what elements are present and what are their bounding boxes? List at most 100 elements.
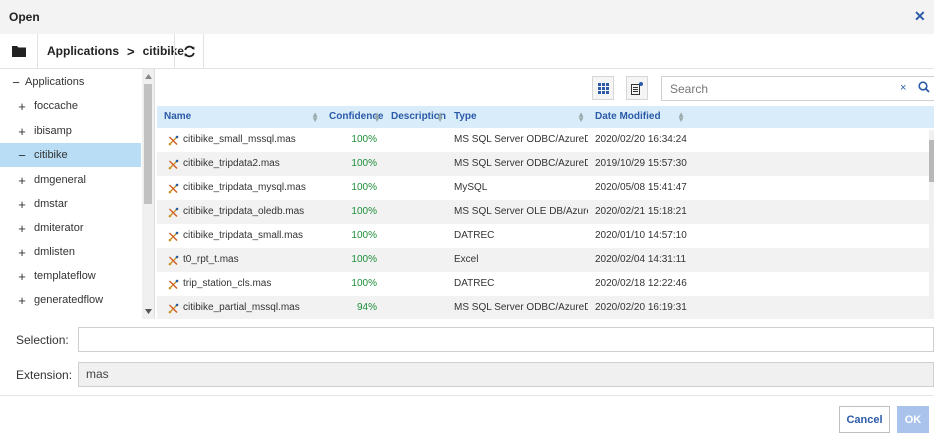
tree-item-ibisamp[interactable]: + ibisamp xyxy=(0,119,141,143)
cell-type: MS SQL Server ODBC/AzureDB xyxy=(454,134,588,145)
sort-icon[interactable]: ▲ ▼ xyxy=(677,111,685,124)
synonym-file-icon xyxy=(168,183,179,194)
ok-button[interactable]: OK xyxy=(897,406,929,433)
scroll-up-icon[interactable] xyxy=(145,74,152,79)
expand-icon[interactable]: + xyxy=(15,293,29,308)
synonym-file-icon xyxy=(168,255,179,266)
sort-icon[interactable]: ▲ ▼ xyxy=(577,111,585,124)
folder-button[interactable] xyxy=(0,34,38,68)
folder-tree: − Applications + foccache + ibisamp − ci… xyxy=(0,69,155,319)
grid-view-button[interactable] xyxy=(592,76,614,100)
tree-item-label: citibike xyxy=(34,149,68,161)
scroll-down-icon[interactable] xyxy=(145,309,152,314)
cell-name: citibike_partial_mssql.mas xyxy=(183,302,300,313)
tree-item-label: ibisamp xyxy=(34,125,72,137)
tree-item-label: templateflow xyxy=(34,270,96,282)
cancel-button[interactable]: Cancel xyxy=(839,406,890,433)
tree-item-foccache[interactable]: + foccache xyxy=(0,94,141,118)
expand-icon[interactable]: + xyxy=(15,221,29,236)
cell-name: citibike_tripdata2.mas xyxy=(183,158,280,169)
table-row[interactable]: citibike_tripdata_oledb.mas 100% MS SQL Se… xyxy=(157,200,931,224)
file-details-icon xyxy=(631,81,643,95)
refresh-button[interactable] xyxy=(174,34,204,68)
cell-description xyxy=(391,296,446,319)
cell-description xyxy=(391,224,446,248)
extension-label: Extension: xyxy=(16,368,73,382)
footer-divider xyxy=(0,395,934,396)
tree-item-label: dmstar xyxy=(34,198,68,210)
table-header: Name ▲ ▼ Confidence ▲ ▼ Description ▲ ▼ Type ▲ ▼… xyxy=(157,106,934,128)
cell-date: 2020/05/08 15:41:47 xyxy=(595,182,687,193)
cell-type: MS SQL Server ODBC/AzureDB xyxy=(454,158,588,169)
sort-icon[interactable]: ▲ ▼ xyxy=(311,111,319,124)
column-header-description[interactable]: Description ▲ ▼ xyxy=(384,106,447,128)
table-row[interactable]: t0_rpt_t.mas 100% Excel 2020/02/04 14:31:11 xyxy=(157,248,931,272)
clear-search-icon[interactable]: × xyxy=(900,82,906,94)
expand-icon[interactable]: + xyxy=(15,197,29,212)
breadcrumb: Applications > citibike xyxy=(38,34,184,68)
tree-item-templateflow[interactable]: + templateflow xyxy=(0,264,141,288)
selection-input[interactable] xyxy=(78,327,934,352)
table-row[interactable]: citibike_tripdata2.mas 100% MS SQL Server … xyxy=(157,152,931,176)
sort-icon[interactable]: ▲ ▼ xyxy=(436,111,444,124)
expand-icon[interactable]: + xyxy=(15,269,29,284)
table-row[interactable]: trip_station_cls.mas 100% DATREC 2020/02/18… xyxy=(157,272,931,296)
breadcrumb-root[interactable]: Applications xyxy=(38,44,119,58)
synonym-file-icon xyxy=(168,279,179,290)
details-view-button[interactable] xyxy=(626,76,648,100)
table-body: citibike_small_mssql.mas 100% MS SQL Serve… xyxy=(157,128,934,319)
table-row[interactable]: citibike_tripdata_mysql.mas 100% MySQL 2020… xyxy=(157,176,931,200)
tree-item-applications[interactable]: − Applications xyxy=(0,70,141,94)
column-header-name[interactable]: Name ▲ ▼ xyxy=(157,106,322,128)
table-row[interactable]: citibike_tripdata_small.mas 100% DATREC 202… xyxy=(157,224,931,248)
cell-confidence: 94% xyxy=(356,302,377,313)
cell-type: DATREC xyxy=(454,278,495,289)
table-scrollbar[interactable] xyxy=(929,130,934,319)
search-icon[interactable] xyxy=(918,81,930,93)
table-row[interactable]: citibike_small_mssql.mas 100% MS SQL Serve… xyxy=(157,128,931,152)
cell-name: t0_rpt_t.mas xyxy=(183,254,239,265)
column-header-date-modified[interactable]: Date Modified ▲ ▼ xyxy=(588,106,688,128)
cell-date: 2020/02/18 12:22:46 xyxy=(595,278,687,289)
tree-item-dmiterator[interactable]: + dmiterator xyxy=(0,216,141,240)
tree-scrollbar[interactable] xyxy=(142,69,154,319)
table-row[interactable]: citibike_partial_mssql.mas 94% MS SQL Serv… xyxy=(157,296,931,319)
tree-item-citibike[interactable]: − citibike xyxy=(0,143,141,167)
column-header-type[interactable]: Type ▲ ▼ xyxy=(447,106,588,128)
cell-date: 2020/02/20 16:19:31 xyxy=(595,302,687,313)
tree-item-dmgeneral[interactable]: + dmgeneral xyxy=(0,168,141,192)
cell-confidence: 100% xyxy=(351,278,377,289)
column-header-confidence[interactable]: Confidence ▲ ▼ xyxy=(322,106,384,128)
close-icon[interactable]: ✕ xyxy=(914,9,928,23)
cell-description xyxy=(391,248,446,272)
table-scrollbar-thumb[interactable] xyxy=(929,140,934,182)
cell-name: citibike_tripdata_mysql.mas xyxy=(183,182,306,193)
expand-icon[interactable]: + xyxy=(15,173,29,188)
expand-icon[interactable]: + xyxy=(15,99,29,114)
collapse-icon[interactable]: − xyxy=(9,75,23,90)
expand-icon[interactable]: + xyxy=(15,245,29,260)
cell-confidence: 100% xyxy=(351,182,377,193)
tree-item-label: dmlisten xyxy=(34,246,75,258)
tree-item-dmstar[interactable]: + dmstar xyxy=(0,192,141,216)
search-box: × xyxy=(661,76,934,101)
synonym-file-icon xyxy=(168,231,179,242)
tree-item-label: foccache xyxy=(34,100,79,112)
expand-icon[interactable]: + xyxy=(15,124,29,139)
collapse-icon[interactable]: − xyxy=(15,148,29,163)
tree-item-dmlisten[interactable]: + dmlisten xyxy=(0,240,141,264)
dialog-title: Open xyxy=(9,10,40,24)
cell-type: DATREC xyxy=(454,230,495,241)
sort-icon[interactable]: ▲ ▼ xyxy=(373,111,381,124)
synonym-file-icon xyxy=(168,303,179,314)
tree-scrollbar-thumb[interactable] xyxy=(144,84,152,204)
refresh-icon xyxy=(183,45,195,57)
cell-confidence: 100% xyxy=(351,254,377,265)
search-input[interactable] xyxy=(662,77,882,100)
path-bar: Applications > citibike xyxy=(0,34,934,69)
synonym-file-icon xyxy=(168,207,179,218)
synonym-file-icon xyxy=(168,135,179,146)
cell-name: citibike_small_mssql.mas xyxy=(183,134,296,145)
cell-confidence: 100% xyxy=(351,158,377,169)
tree-item-generatedflow[interactable]: + generatedflow xyxy=(0,288,141,312)
